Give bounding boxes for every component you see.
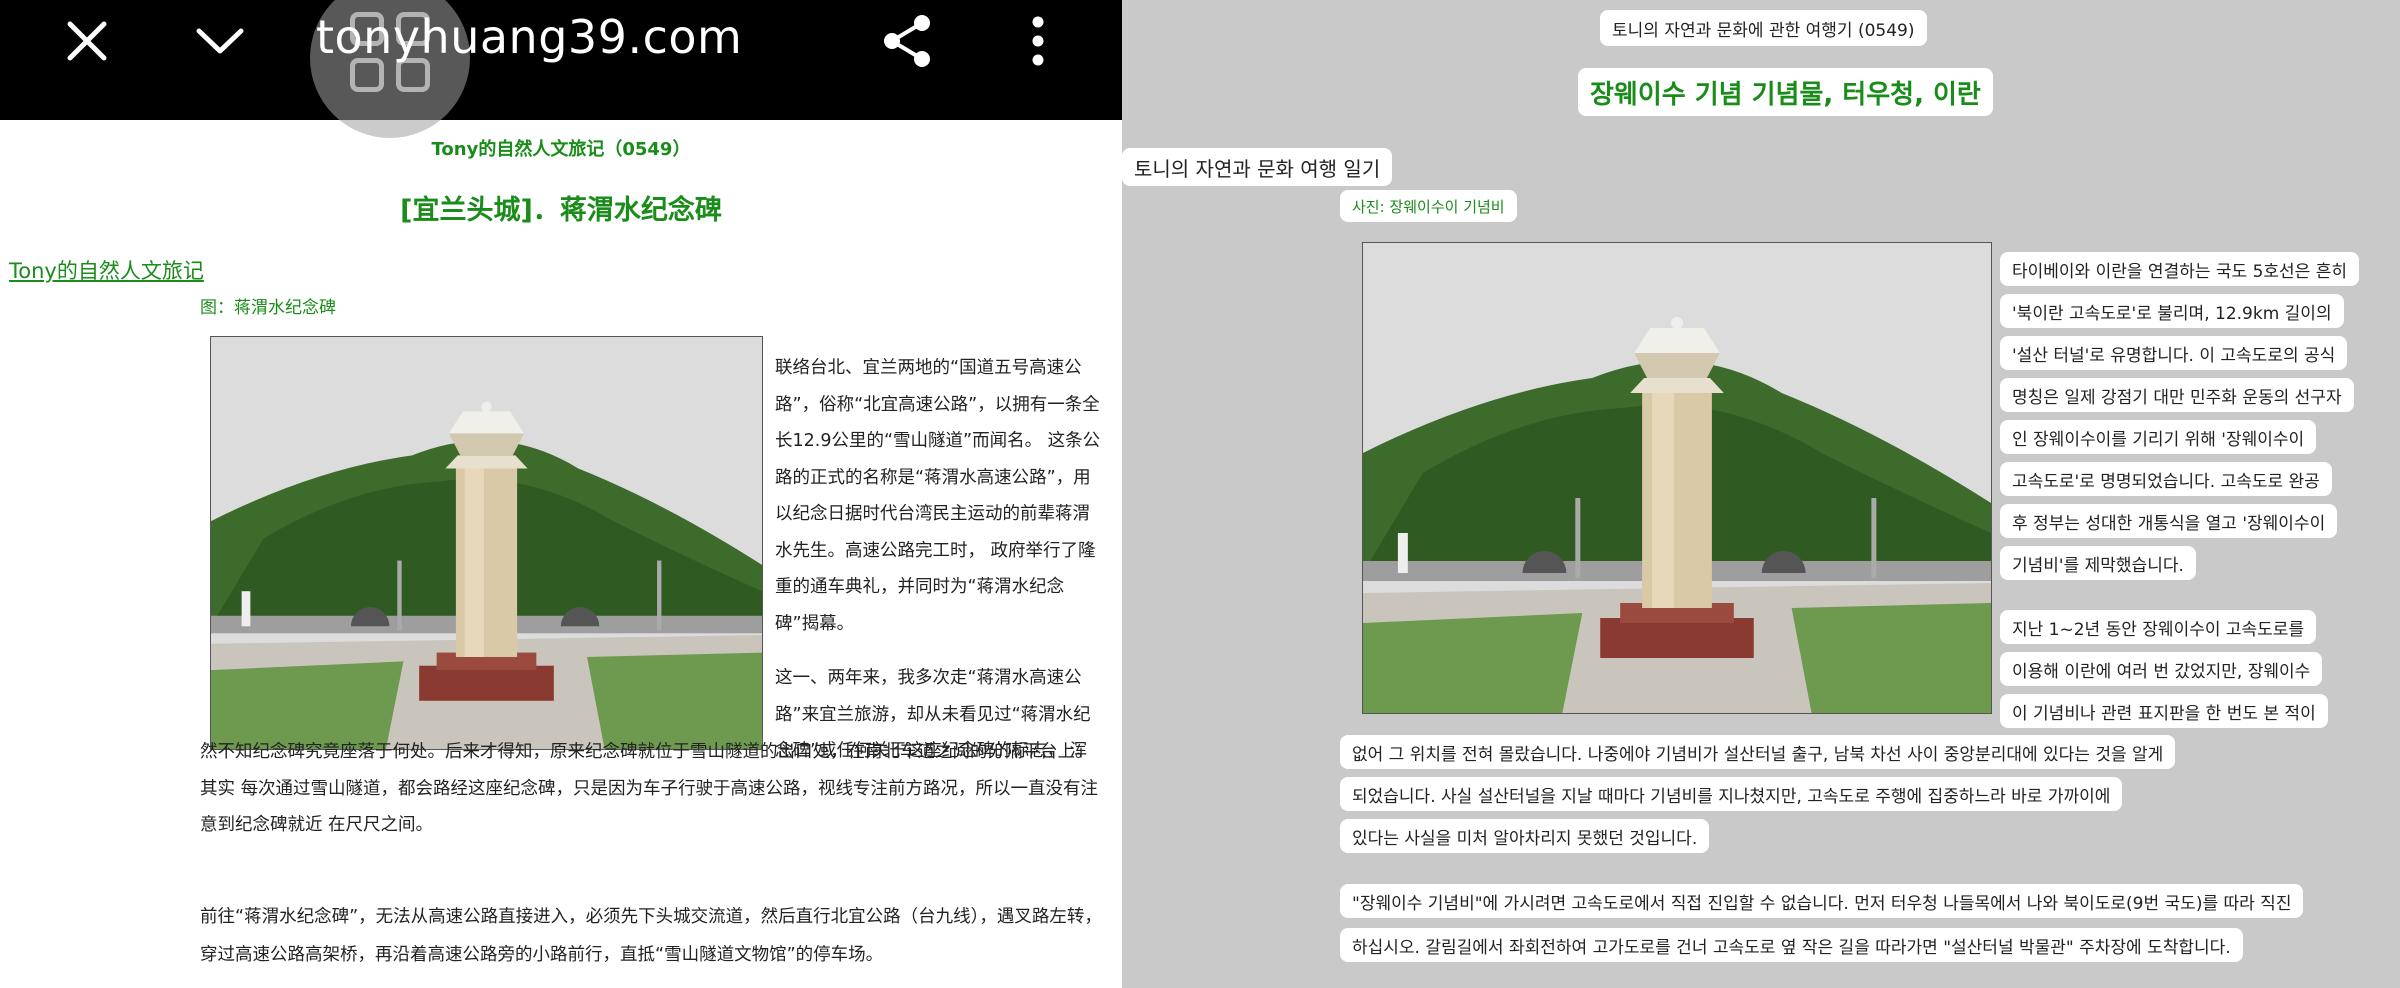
paragraph-1-line: 명칭은 일제 강점기 대만 민주화 운동의 선구자	[2000, 378, 2354, 412]
page-subtitle: Tony的自然人文旅记（0549）	[431, 139, 691, 160]
article-paragraph-3: 前往“蒋渭水纪念碑”，无法从高速公路直接进入，必须先下头城交流道，然后直行北宜公…	[200, 907, 1102, 965]
url-title[interactable]: tonyhuang39.com	[316, 10, 742, 64]
paragraph-3-line: "장웨이수 기념비"에 가시려면 고속도로에서 직접 진입할 수 없습니다. 먼…	[1340, 884, 2304, 918]
more-vert-icon[interactable]	[1000, 0, 1076, 82]
paragraph-1-line: 기념비'를 제막했습니다.	[2000, 546, 2196, 580]
monument-photo	[210, 336, 763, 750]
chevron-down-icon[interactable]	[185, 0, 255, 82]
paragraph-1-line: 후 정부는 성대한 개통식을 열고 '장웨이수이	[2000, 504, 2338, 538]
browser-toolbar: tonyhuang39.com	[0, 0, 1122, 138]
paragraph-1-line: '설산 터널'로 유명합니다. 이 고속도로의 공식	[2000, 336, 2348, 370]
page-title: [宜兰头城]．蒋渭水纪念碑	[400, 195, 722, 226]
article-paragraph-2-rest: 然不知纪念碑究竟座落于何处。后来才得知，原来纪念碑就位于雪山隧道的出口处，在南北…	[200, 742, 1099, 835]
home-link[interactable]: Tony的自然人文旅记	[9, 255, 204, 285]
home-link[interactable]: 토니의 자연과 문화 여행 일기	[1122, 148, 1393, 186]
paragraph-1-line: 고속도로'로 명명되었습니다. 고속도로 완공	[2000, 462, 2332, 496]
paragraph-2-line: 있다는 사실을 미처 알아차리지 못했던 것입니다.	[1340, 819, 1710, 853]
page-title: 장웨이수 기념 기념물, 터우청, 이란	[1578, 68, 1993, 116]
monument-photo	[1362, 242, 1992, 714]
close-icon[interactable]	[52, 0, 122, 82]
article-paragraph-1: 联络台北、宜兰两地的“国道五号高速公路”，俗称“北宜高速公路”，以拥有一条全长1…	[775, 358, 1101, 634]
paragraph-1-line: 타이베이와 이란을 연결하는 국도 5호선은 흔히	[2000, 252, 2359, 286]
paragraph-3-line: 하십시오. 갈림길에서 좌회전하여 고가도로를 건너 고속도로 옆 작은 길을 …	[1340, 928, 2243, 962]
original-page-pane: tonyhuang39.com Tony的自然人文旅记（0549） [宜兰头城]…	[0, 0, 1122, 988]
paragraph-2-line: 없어 그 위치를 전혀 몰랐습니다. 나중에야 기념비가 설산터널 출구, 남북…	[1340, 735, 2176, 769]
paragraph-1-line: 인 장웨이수이를 기리기 위해 '장웨이수이	[2000, 420, 2317, 454]
photo-caption: 사진: 장웨이수이 기념비	[1340, 190, 1517, 222]
photo-caption: 图：蒋渭水纪念碑	[200, 298, 336, 318]
paragraph-2-line: 이용해 이란에 여러 번 갔었지만, 장웨이수	[2000, 652, 2323, 686]
paragraph-2-line: 지난 1~2년 동안 장웨이수이 고속도로를	[2000, 610, 2317, 644]
translated-page-pane: 토니의 자연과 문화에 관한 여행기 (0549) 장웨이수 기념 기념물, 터…	[1122, 0, 2400, 988]
page-subtitle: 토니의 자연과 문화에 관한 여행기 (0549)	[1600, 10, 1927, 46]
paragraph-1-line: '북이란 고속도로'로 불리며, 12.9km 길이의	[2000, 294, 2344, 328]
share-icon[interactable]	[868, 0, 948, 82]
paragraph-2-line: 되었습니다. 사실 설산터널을 지날 때마다 기념비를 지나쳤지만, 고속도로 …	[1340, 777, 2123, 811]
paragraph-2-line: 이 기념비나 관련 표지판을 한 번도 본 적이	[2000, 694, 2328, 728]
